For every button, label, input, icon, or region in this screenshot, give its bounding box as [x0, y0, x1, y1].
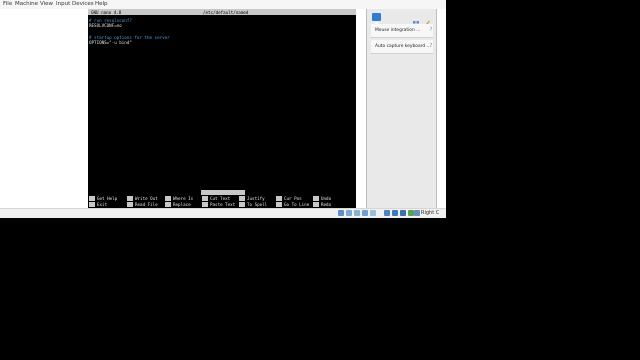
menu-bar: File Machine View Input Devices Help — [0, 0, 446, 9]
guest-screen[interactable]: GNU nano 4.8 /etc/default/named # run re… — [88, 9, 356, 208]
shortcut-label: Go To Line — [284, 202, 310, 207]
notification-help-icon[interactable]: ? — [428, 27, 434, 33]
shortcut-label: Cut Text — [210, 196, 231, 201]
menu-input[interactable]: Input — [56, 1, 70, 8]
menu-view[interactable]: View — [40, 1, 53, 8]
clear-all-button[interactable] — [423, 13, 431, 27]
shortcut-label: Cur Pos — [284, 196, 302, 201]
shortcut-label: Redo — [321, 202, 332, 207]
shortcut-label: Read File — [135, 202, 158, 207]
optical-drive-icon[interactable] — [346, 210, 352, 216]
menu-file[interactable]: File — [3, 1, 12, 8]
shortcut-label: Where Is — [173, 196, 194, 201]
menu-help[interactable]: Help — [95, 1, 108, 8]
notification-center: Mouse integration ... ? Auto capture key… — [366, 9, 437, 208]
notification-help-icon[interactable]: ? — [428, 43, 434, 49]
notification-mouse-integration[interactable]: Mouse integration ... ? — [371, 24, 433, 38]
keep-finished-button[interactable] — [412, 13, 420, 27]
notification-text: Auto capture keyboard ... — [375, 44, 431, 49]
notification-toggle-button[interactable] — [372, 13, 381, 27]
shared-folders-icon[interactable] — [384, 210, 390, 216]
menu-machine[interactable]: Machine — [15, 1, 38, 8]
nano-version: GNU nano 4.8 — [91, 9, 122, 15]
shortcut-label: To Spell — [247, 202, 268, 207]
menu-devices[interactable]: Devices — [72, 1, 94, 8]
shortcut-label: Justify — [247, 196, 265, 201]
recording-icon[interactable] — [400, 210, 406, 216]
shortcut-label: Write Out — [135, 196, 158, 201]
hard-disk-icon[interactable] — [338, 210, 344, 216]
mouse-integration-icon[interactable] — [414, 210, 420, 216]
vm-status-bar: Right C — [0, 208, 446, 218]
shortcut-label: Exit — [97, 202, 108, 207]
file-line-5: OPTIONS="-u bind" — [89, 40, 132, 45]
notification-text: Mouse integration ... — [375, 28, 421, 33]
display-icon[interactable] — [392, 210, 398, 216]
usb-icon[interactable] — [370, 210, 376, 216]
virtualbox-window: File Machine View Input Devices Help GNU… — [0, 0, 446, 218]
nano-title-bar: GNU nano 4.8 /etc/default/named — [88, 9, 356, 15]
notification-auto-capture[interactable]: Auto capture keyboard ... ? — [371, 40, 433, 54]
host-key-label: Right C — [421, 210, 440, 216]
network-icon[interactable] — [362, 210, 368, 216]
nano-status-message: [ Read 5 lines ] — [201, 190, 246, 206]
shortcut-label: Get Help — [97, 196, 118, 201]
shortcut-label: Replace — [173, 202, 191, 207]
shortcut-label: Paste Text — [210, 202, 236, 207]
audio-icon[interactable] — [354, 210, 360, 216]
shortcut-label: Undo — [321, 196, 332, 201]
nano-filename: /etc/default/named — [203, 9, 249, 15]
file-line-2: RESOLVCONF=no — [89, 23, 122, 28]
